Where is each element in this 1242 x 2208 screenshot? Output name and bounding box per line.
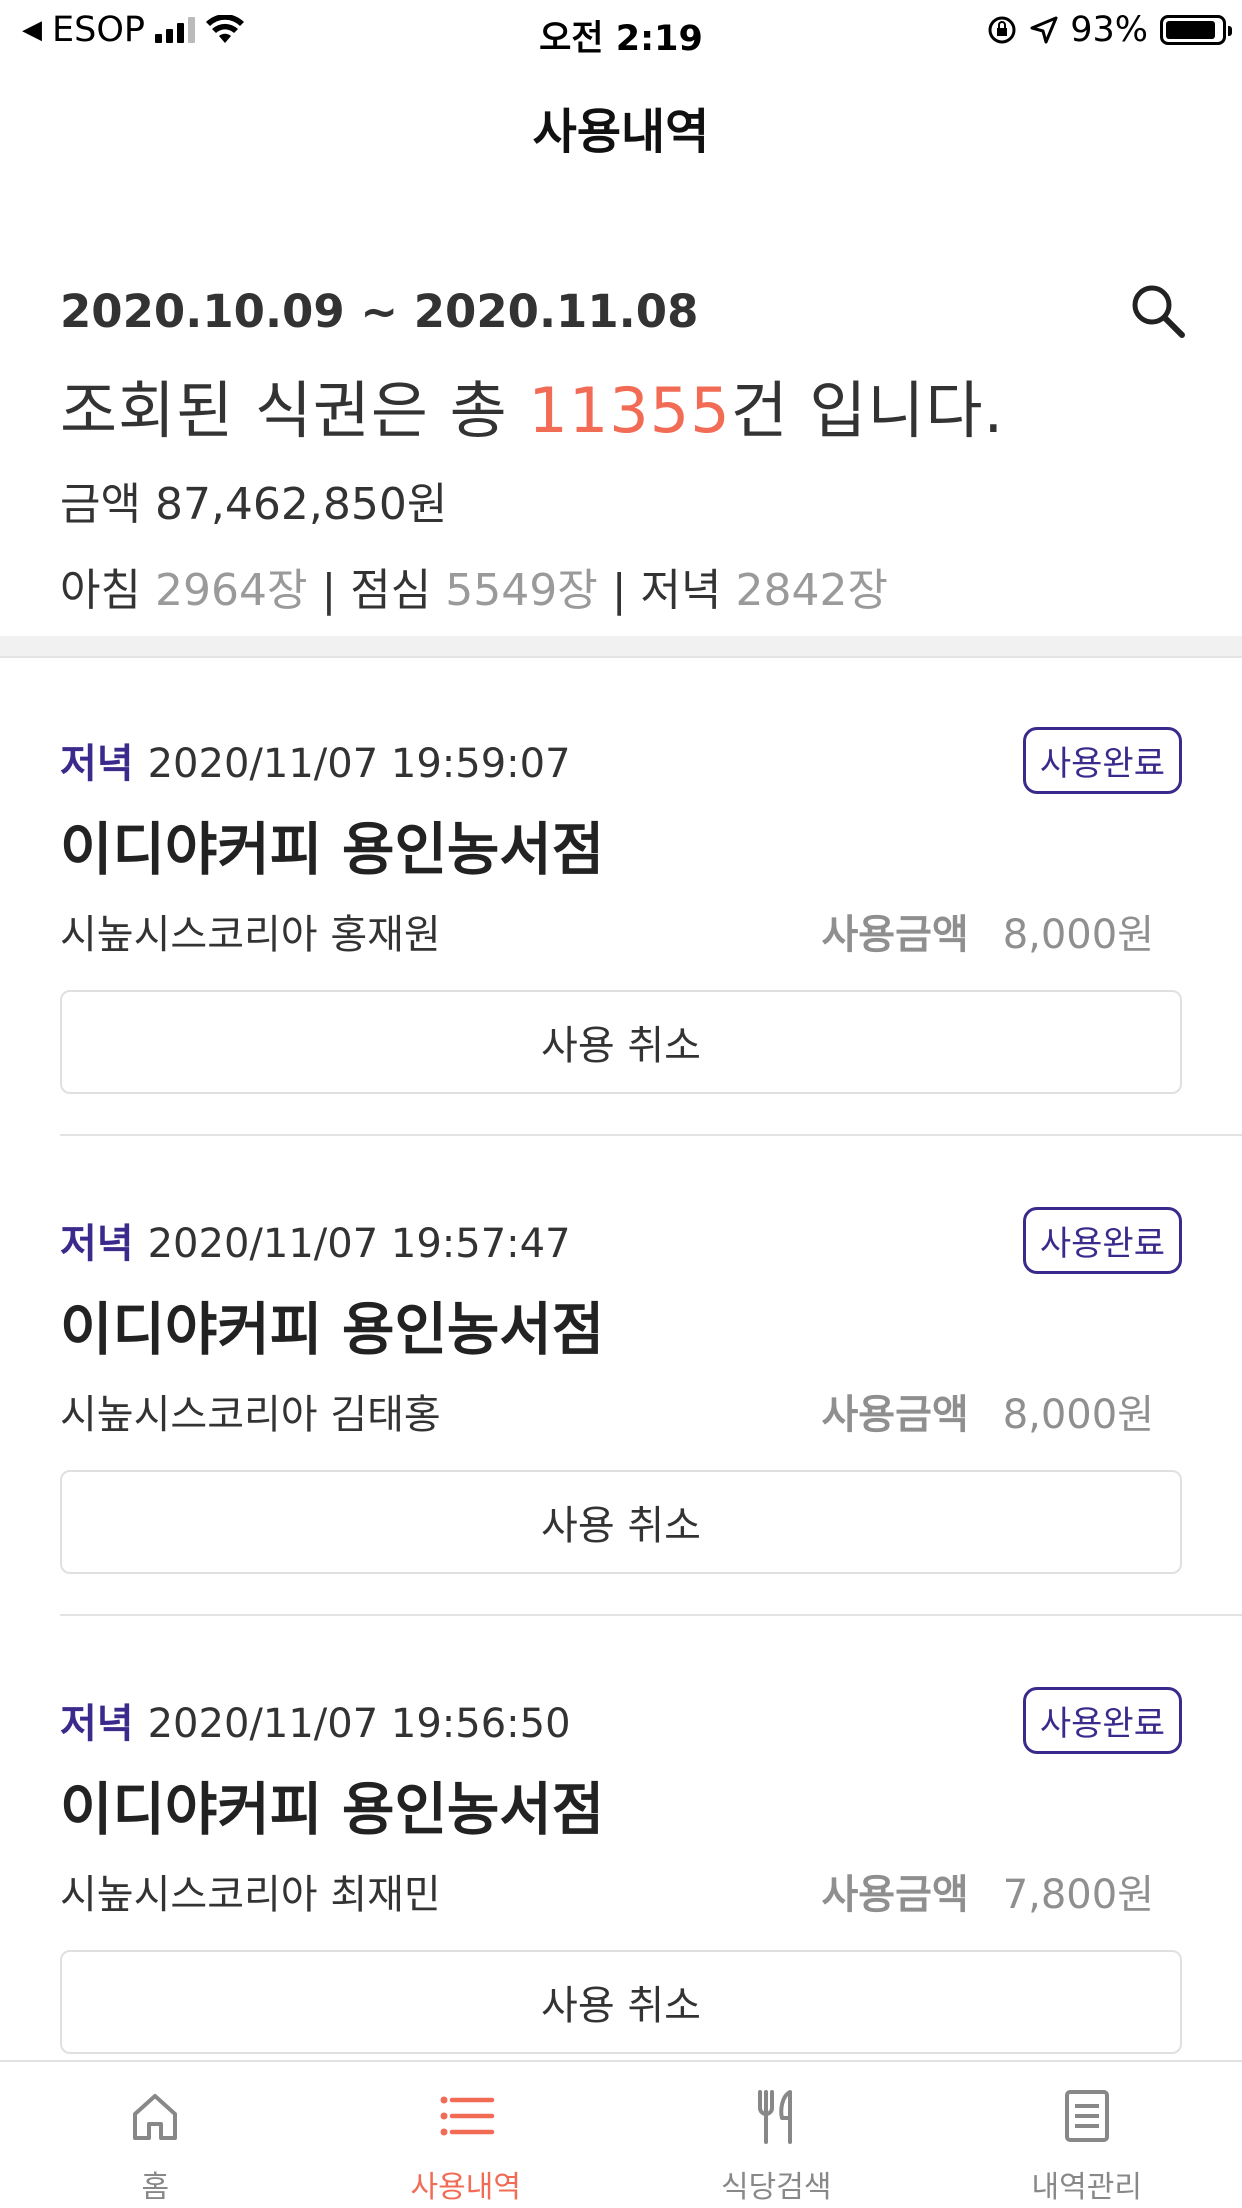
status-badge: 사용완료 [1022,1206,1182,1274]
user-name: 시높시스코리아 최재민 [60,1872,441,1918]
status-badge: 사용완료 [1022,726,1182,794]
date-range[interactable]: 2020.10.09 ~ 2020.11.08 [60,285,1190,338]
summary-section: 2020.10.09 ~ 2020.11.08 조회된 식권은 총 11355건… [60,285,1190,618]
tab-label: 내역관리 [1031,2170,1142,2205]
store-name: 이디야커피 용인농서점 [60,817,605,883]
amount-value: 8,000원 [1002,1392,1154,1438]
tab-history-management[interactable]: 내역관리 [932,2062,1242,2208]
usage-record: 저녁 2020/11/07 19:59:07 사용완료 이디야커피 용인농서점 시… [60,726,1182,1094]
record-separator [60,1614,1242,1616]
breakfast-label: 아침 [60,565,141,616]
status-badge: 사용완료 [1022,1686,1182,1754]
amount-label: 사용금액 [821,912,969,958]
utensils-icon [758,2090,793,2144]
list-icon [440,2096,494,2136]
store-name: 이디야커피 용인농서점 [60,1297,605,1363]
tab-label: 사용내역 [410,2170,521,2205]
amount-label: 사용금액 [821,1872,969,1918]
page-title: 사용내역 [532,104,710,160]
tab-restaurant-search[interactable]: 식당검색 [621,2062,932,2208]
usage-record: 저녁 2020/11/07 19:57:47 사용완료 이디야커피 용인농서점 시… [60,1206,1182,1574]
battery-percent: 93% [1070,10,1148,50]
record-datetime: 2020/11/07 19:56:50 [147,1701,571,1747]
search-icon[interactable] [1126,279,1190,343]
meal-type: 저녁 [60,741,134,787]
breakfast-count: 2964장 [154,565,308,616]
cancel-use-button[interactable]: 사용 취소 [60,1470,1182,1574]
cancel-use-button[interactable]: 사용 취소 [60,1950,1182,2054]
total-amount: 금액 87,462,850원 [60,479,448,530]
amount-value: 8,000원 [1002,912,1154,958]
status-bar: ◀ ESOP 오전 2:19 93% [0,0,1242,62]
lunch-label: 점심 [350,565,432,616]
meal-type: 저녁 [60,1221,134,1267]
record-datetime: 2020/11/07 19:59:07 [147,741,571,787]
dinner-count: 2842장 [735,565,888,616]
home-icon [133,2094,178,2140]
tab-label: 홈 [141,2170,170,2205]
status-right: 93% [986,10,1232,50]
record-datetime: 2020/11/07 19:57:47 [147,1221,571,1267]
lunch-count: 5549장 [445,565,598,616]
meal-type: 저녁 [60,1701,134,1747]
amount-value: 7,800원 [1002,1872,1154,1918]
usage-record: 저녁 2020/11/07 19:56:50 사용완료 이디야커피 용인농서점 시… [60,1686,1182,2054]
bottom-tab-bar: 홈 사용내역 식당검색 내역관리 [0,2060,1242,2208]
cancel-use-button[interactable]: 사용 취소 [60,990,1182,1094]
rotation-lock-icon [988,16,1016,44]
count-summary: 조회된 식권은 총 11355건 입니다. [60,374,1005,447]
dinner-label: 저녁 [640,565,722,616]
meal-breakdown: 아침 2964장 | 점심 5549장 | 저녁 2842장 [60,565,888,616]
amount-label: 사용금액 [821,1392,969,1438]
store-name: 이디야커피 용인농서점 [60,1777,605,1843]
record-separator [60,1134,1242,1136]
tab-label: 식당검색 [721,2170,832,2205]
total-count: 11355 [528,374,731,447]
location-icon [1030,16,1058,44]
tab-home[interactable]: 홈 [0,2062,311,2208]
section-divider [0,636,1242,658]
tab-usage-history[interactable]: 사용내역 [311,2062,622,2208]
user-name: 시높시스코리아 홍재원 [60,912,441,958]
document-icon [1064,2090,1109,2142]
user-name: 시높시스코리아 김태홍 [60,1392,441,1438]
battery-icon [1160,15,1232,45]
